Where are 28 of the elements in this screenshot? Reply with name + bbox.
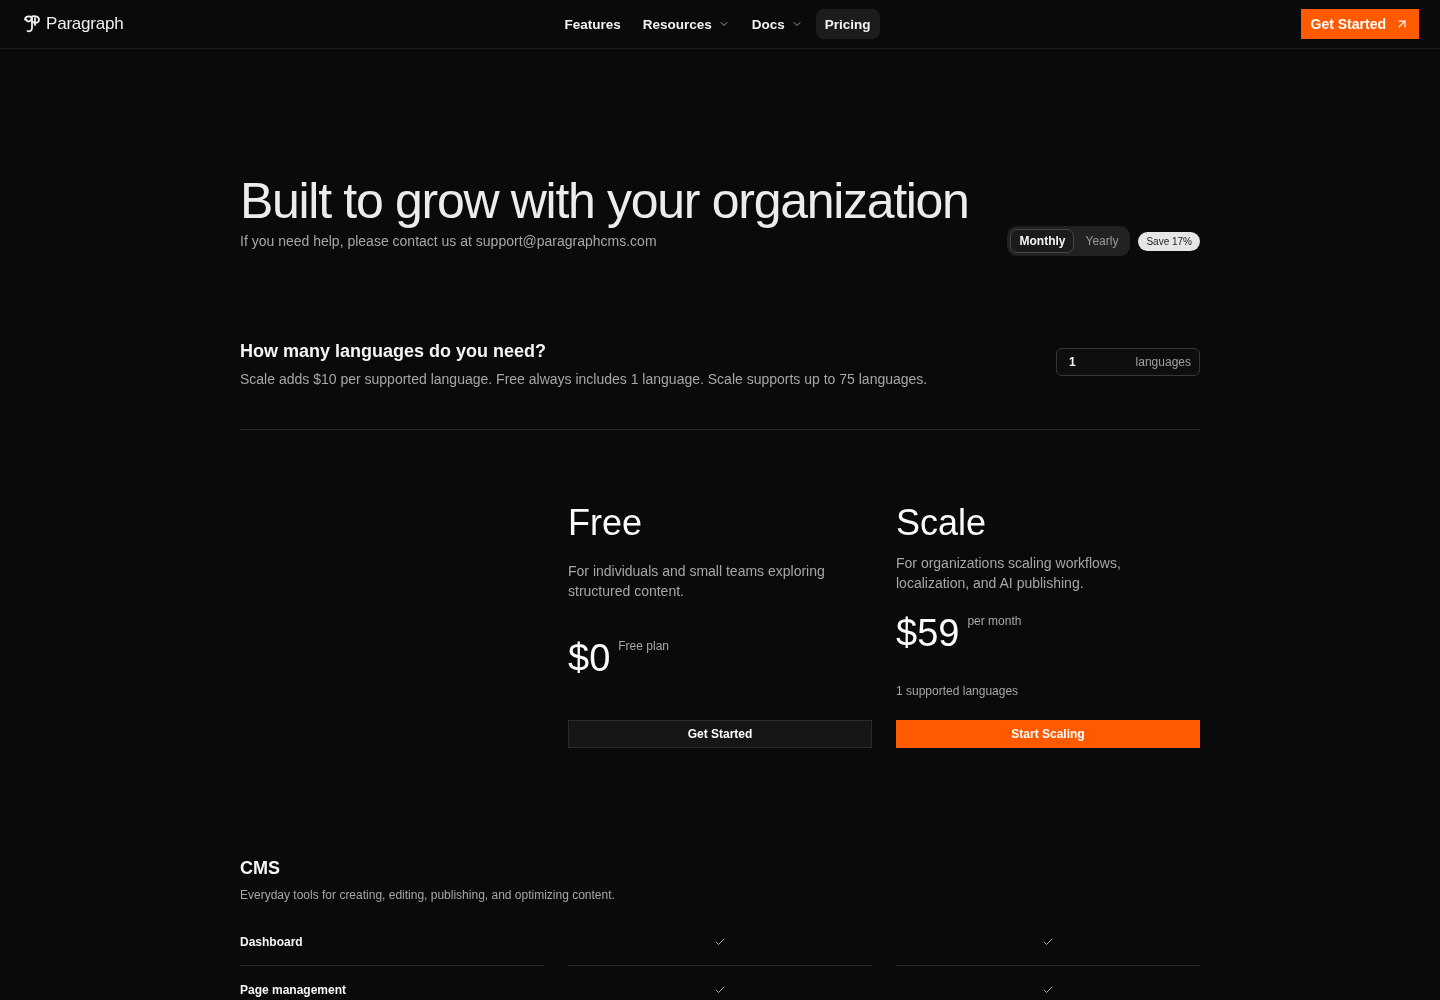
plan-name: Free bbox=[568, 503, 644, 543]
section-description: Scale adds $10 per supported language. Free always includes 1 language. Scale supports up to 75 languages. bbox=[240, 370, 928, 389]
nav-link[interactable]: Pricing bbox=[815, 9, 880, 39]
brand-name: Paragraph bbox=[46, 14, 124, 34]
plan-button[interactable]: Get Started bbox=[568, 720, 872, 748]
page-title: Built to grow with your organization bbox=[240, 173, 969, 229]
logo-icon bbox=[22, 14, 42, 34]
plan-note: 1 supported languages bbox=[896, 684, 1020, 698]
section-heading: How many languages do you need? bbox=[240, 340, 548, 363]
billing-option[interactable]: Monthly bbox=[1010, 229, 1075, 253]
feature-name: Dashboard bbox=[240, 934, 303, 949]
plan-name: Scale bbox=[896, 503, 988, 543]
page-subtitle: If you need help, please contact us at support@paragraphcms.com bbox=[240, 232, 658, 251]
nav-link[interactable]: Docs bbox=[742, 9, 812, 39]
plan-description: For organizations scaling workflows, localization, and AI publishing. bbox=[896, 554, 1122, 593]
nav-link[interactable]: Features bbox=[555, 9, 630, 39]
section-heading: CMS bbox=[240, 857, 281, 880]
nav-link[interactable]: Resources bbox=[633, 9, 739, 39]
discount-badge: Save 17% bbox=[1138, 231, 1200, 251]
price-period: Free plan bbox=[618, 639, 669, 653]
section-description: Everyday tools for creating, editing, publishing, and optimizing content. bbox=[240, 888, 616, 902]
plan-price: $59 bbox=[896, 612, 960, 654]
feature-name: Page management bbox=[240, 982, 347, 997]
language-count-field[interactable]: 1 languages bbox=[1056, 348, 1200, 376]
plan-price: $0 bbox=[568, 637, 611, 679]
plan-description: For individuals and small teams exploring structured content. bbox=[568, 562, 826, 601]
price-period: per month bbox=[967, 614, 1022, 628]
billing-option[interactable]: Yearly bbox=[1076, 229, 1128, 253]
